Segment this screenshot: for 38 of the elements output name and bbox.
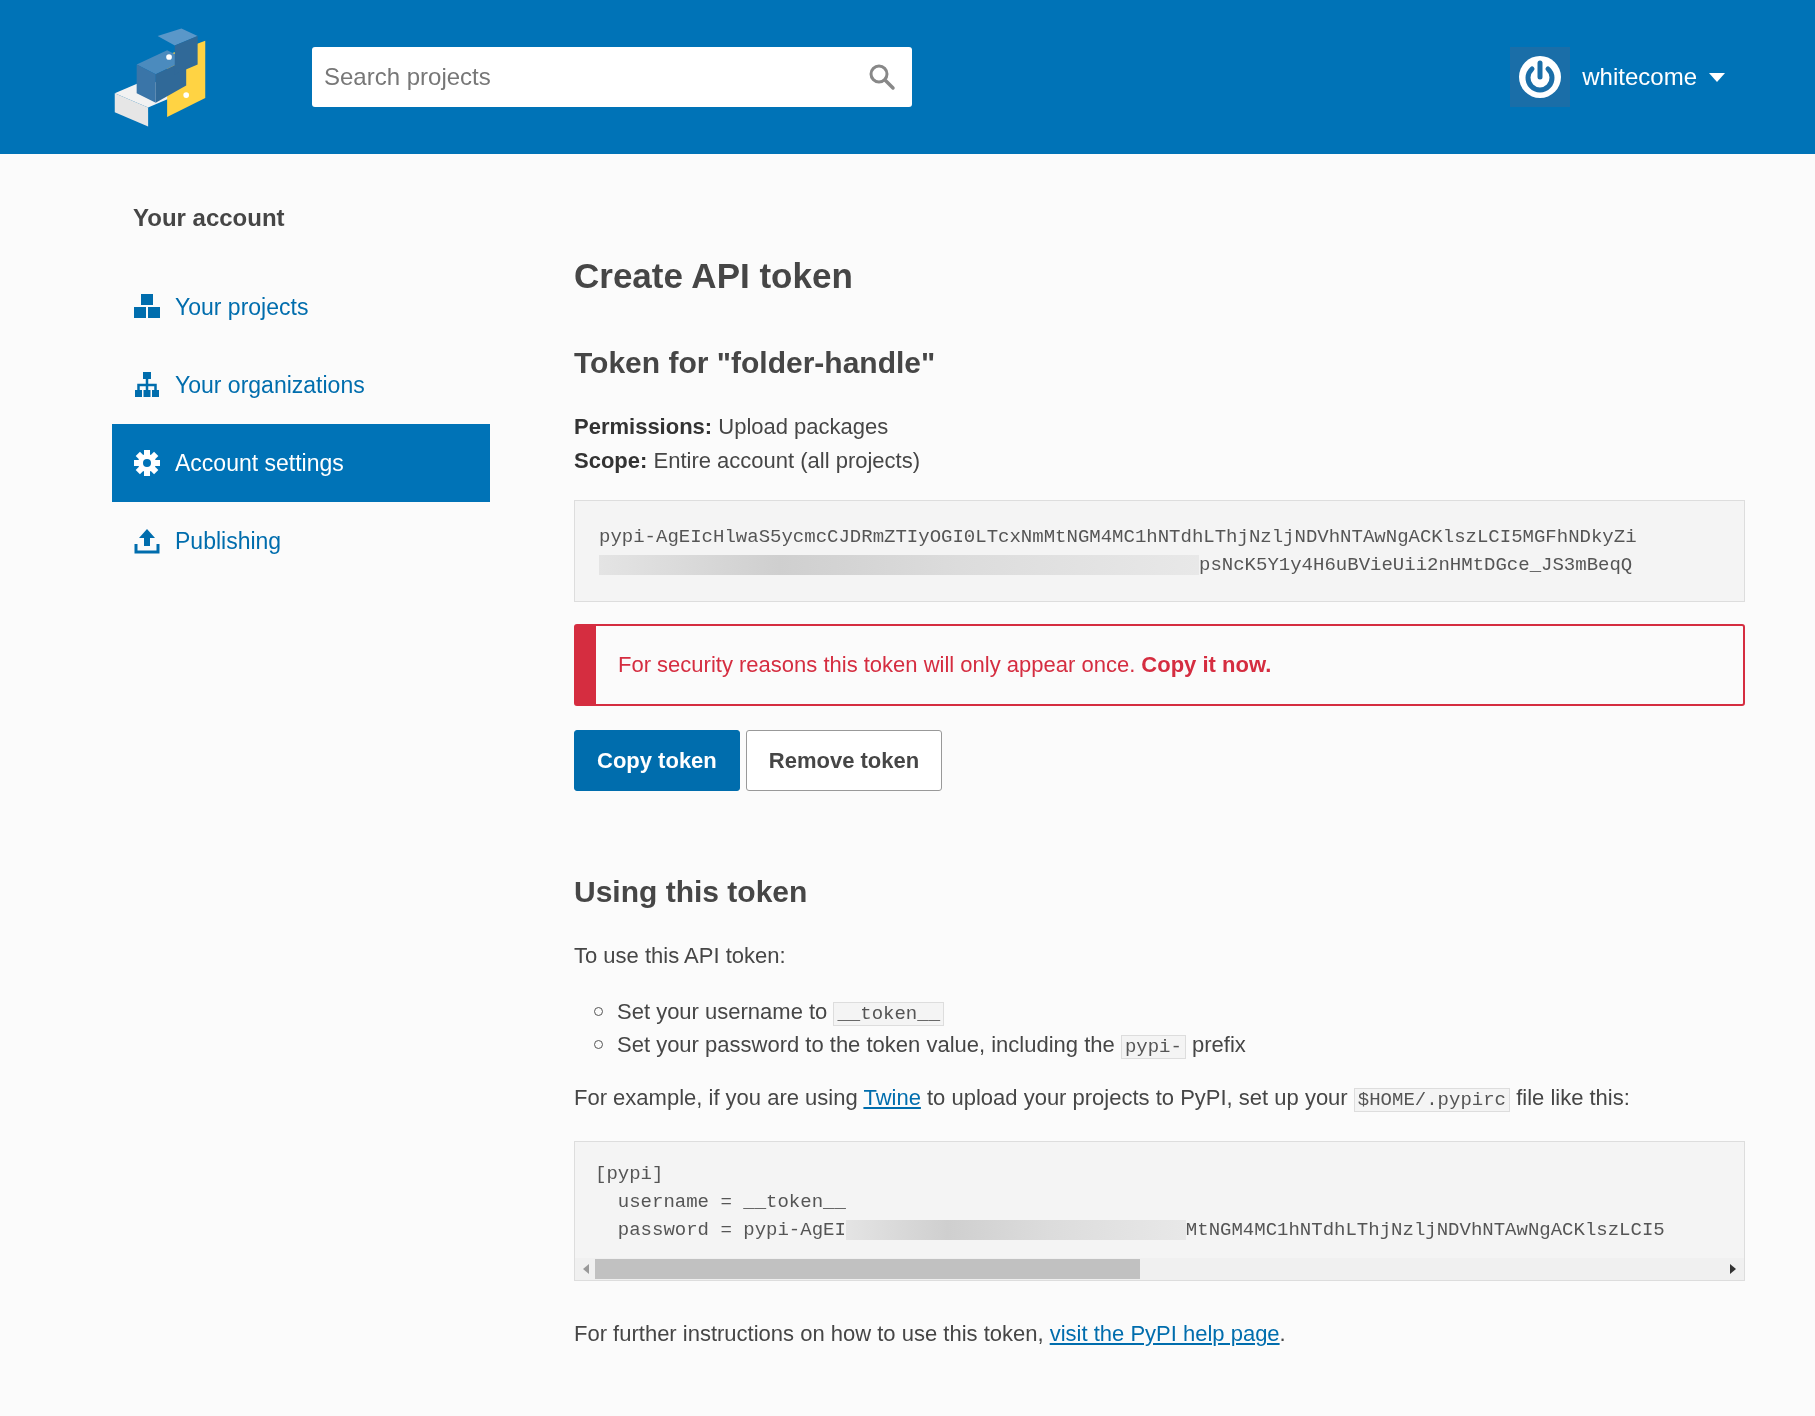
section-heading: Using this token <box>574 875 809 909</box>
detail-text: Scope: Entire account (all projects) <box>574 447 922 475</box>
code-line: MtNGM4MC1hNTdhLThjNzljNDVhNTAwNgACKlszLCI5 <box>1185 1218 1665 1243</box>
example-text: For example, if you are using Twine to upload your projects to PyPI, set up your $HOME/.pypirc file like this: <box>574 1084 1631 1114</box>
settings-icon <box>133 449 161 477</box>
copy-button[interactable]: Copy token <box>574 730 740 791</box>
page-title: Create API token <box>574 256 854 296</box>
sidebar-item[interactable]: Your projects <box>112 268 490 346</box>
sidebar-item[interactable]: Publishing <box>112 502 490 580</box>
footer-text: For further instructions on how to use this token, visit the PyPI help page. <box>574 1320 1287 1348</box>
caret-icon <box>1709 72 1725 82</box>
horizontal-scrollbar[interactable] <box>575 1258 1744 1280</box>
token-text: psNcK5Y1y4H6uBVieUii2nHMtDGce_JS3mBeqQ <box>1199 553 1633 578</box>
scroll-left-icon[interactable] <box>581 1264 589 1274</box>
upload-icon <box>133 527 161 555</box>
token-text: pypi-AgEIcHlwaS5ycmcCJDRmZTIyOGI0LTcxNmMtNGM4MC1hNTdhLThjNzljNDVhNTAwNgACKlszLCI5MGFhNDkyZi <box>599 525 1637 550</box>
text-link[interactable]: visit the PyPI help page <box>1049 1321 1280 1346</box>
step-text: Set your username to __token__ <box>617 995 945 1028</box>
sidebar-item[interactable]: Your organizations <box>112 346 490 424</box>
remove-button[interactable]: Remove token <box>745 730 943 791</box>
sidebar-title: Your account <box>133 204 286 232</box>
sitemap-icon <box>133 371 161 399</box>
detail-text: Permissions: Upload packages <box>574 413 890 441</box>
code-line: username = __token__ <box>616 1190 846 1215</box>
avatar-icon <box>1510 47 1571 107</box>
code-line: [pypi] <box>595 1162 664 1187</box>
section-heading: Token for "folder-handle" <box>574 346 937 380</box>
code-line: password = pypi-AgEI <box>616 1218 846 1243</box>
text-link[interactable]: Twine <box>863 1085 921 1110</box>
cubes-icon <box>133 293 161 321</box>
scroll-right-icon[interactable] <box>1730 1264 1738 1274</box>
search-field[interactable]: Search projects <box>312 47 912 107</box>
sidebar-item[interactable]: Account settings <box>112 424 490 502</box>
search-icon <box>868 63 896 91</box>
intro-text: To use this API token: <box>574 942 787 970</box>
user-menu-button[interactable]: whitecome <box>1510 47 1725 107</box>
alert-text: For security reasons this token will only appear once. Copy it now. <box>618 652 1272 678</box>
step-text: Set your password to the token value, including the pypi- prefix <box>617 1031 1246 1061</box>
